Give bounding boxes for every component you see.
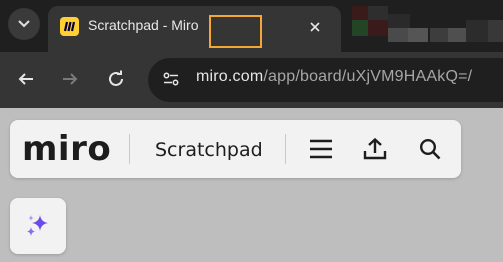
divider <box>285 134 286 164</box>
board-name[interactable]: Scratchpad <box>155 139 263 161</box>
highlight-box <box>209 15 262 48</box>
search-button[interactable] <box>414 133 446 165</box>
ai-assist-button[interactable] <box>10 198 66 254</box>
site-info-button[interactable] <box>154 62 188 96</box>
close-icon <box>310 22 320 32</box>
tune-icon <box>163 72 179 86</box>
arrow-left-icon <box>18 73 33 85</box>
upload-icon <box>363 137 387 160</box>
chevron-down-icon <box>18 20 30 28</box>
tab-title: Scratchpad - Miro <box>88 17 199 33</box>
tab-search-button[interactable] <box>8 8 40 40</box>
reload-icon <box>109 70 123 86</box>
url-domain: miro.com <box>196 68 264 85</box>
browser-tabstrip: Scratchpad - Miro <box>0 0 503 52</box>
tab-close-button[interactable] <box>303 15 327 39</box>
search-icon <box>419 138 441 160</box>
miro-board-header: miro Scratchpad <box>10 120 461 178</box>
miro-logo[interactable]: miro <box>22 129 111 169</box>
divider <box>129 134 130 164</box>
url-path: /app/board/uXjVM9HAAkQ=/ <box>263 68 473 85</box>
forward-button[interactable] <box>54 63 86 95</box>
hamburger-menu-icon <box>310 139 332 159</box>
browser-toolbar: miro.com/app/board/uXjVM9HAAkQ=/ <box>0 52 503 108</box>
url-text: miro.com/app/board/uXjVM9HAAkQ=/ <box>196 68 472 86</box>
menu-button[interactable] <box>305 133 337 165</box>
reload-button[interactable] <box>100 63 132 95</box>
sparkles-icon <box>27 215 48 236</box>
tab-title-app: - Miro <box>158 17 199 33</box>
share-button[interactable] <box>359 133 391 165</box>
arrow-right-icon <box>63 73 78 85</box>
miro-logo-icon <box>60 17 79 36</box>
tab-title-board: Scratchpad <box>88 17 159 33</box>
browser-tab-active[interactable]: Scratchpad - Miro <box>48 6 341 52</box>
back-button[interactable] <box>10 63 42 95</box>
